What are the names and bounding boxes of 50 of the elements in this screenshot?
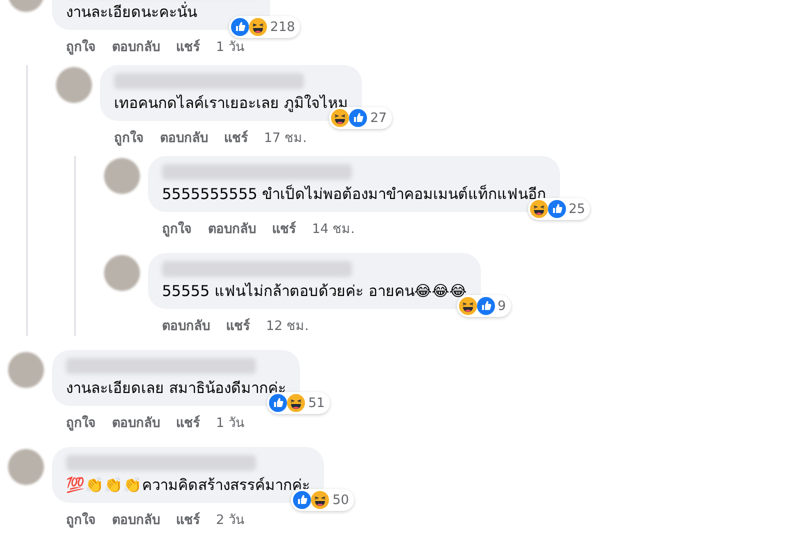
laughing-face-icon <box>458 297 477 315</box>
thumbs-up-icon <box>349 109 368 127</box>
action-link[interactable]: ตอบกลับ <box>162 315 210 336</box>
laughing-face-icon <box>287 394 306 412</box>
comment-time: 12 ชม. <box>266 318 309 336</box>
avatar[interactable] <box>8 449 44 485</box>
action-link[interactable]: แชร์ <box>224 127 248 148</box>
reaction-badge[interactable]: 27 <box>329 107 392 129</box>
action-link[interactable]: ถูกใจ <box>66 509 96 530</box>
action-link[interactable]: ถูกใจ <box>66 412 96 433</box>
action-link[interactable]: ตอบกลับ <box>160 127 208 148</box>
reaction-count: 27 <box>370 110 387 126</box>
comment-time: 1 วัน <box>216 415 244 433</box>
laughing-face-icon <box>311 491 330 509</box>
reaction-badge[interactable]: 50 <box>291 489 354 511</box>
action-link[interactable]: แชร์ <box>176 412 200 433</box>
action-link[interactable]: แชร์ <box>176 509 200 530</box>
avatar[interactable] <box>8 352 44 388</box>
reaction-count: 9 <box>498 298 506 314</box>
action-link[interactable]: ตอบกลับ <box>112 412 160 433</box>
action-link[interactable]: ถูกใจ <box>114 127 144 148</box>
comment-text: งานละเอียดนะคะนั่น <box>66 2 198 22</box>
action-link[interactable]: แชร์ <box>226 315 250 336</box>
action-link[interactable]: ถูกใจ <box>162 218 192 239</box>
reaction-badge[interactable]: 218 <box>229 16 300 38</box>
reaction-count: 218 <box>270 20 295 34</box>
reaction-count: 51 <box>308 396 325 410</box>
action-link[interactable]: ตอบกลับ <box>112 509 160 530</box>
thumbs-up-icon <box>231 18 250 36</box>
avatar[interactable] <box>104 158 140 194</box>
thumbs-up-icon <box>269 394 288 412</box>
reaction-count: 50 <box>332 492 349 508</box>
action-link[interactable]: แชร์ <box>272 218 296 239</box>
action-link[interactable]: ตอบกลับ <box>112 36 160 57</box>
action-link[interactable]: ตอบกลับ <box>208 218 256 239</box>
thumbs-up-icon <box>548 200 566 218</box>
avatar[interactable] <box>56 67 92 103</box>
comment-time: 17 ชม. <box>264 130 307 148</box>
avatar[interactable] <box>104 255 140 291</box>
laughing-face-icon <box>249 18 268 36</box>
comment-time: 2 วัน <box>216 512 244 530</box>
action-link[interactable]: ถูกใจ <box>66 36 96 57</box>
reaction-badge[interactable]: 25 <box>528 198 590 220</box>
action-link[interactable]: แชร์ <box>176 36 200 57</box>
reaction-count: 25 <box>568 202 586 216</box>
reaction-badge[interactable]: 51 <box>267 392 330 414</box>
laughing-face-icon <box>530 200 548 218</box>
comment-time: 1 วัน <box>216 39 244 57</box>
comment-time: 14 ชม. <box>312 221 355 239</box>
thumbs-up-icon <box>476 297 495 315</box>
